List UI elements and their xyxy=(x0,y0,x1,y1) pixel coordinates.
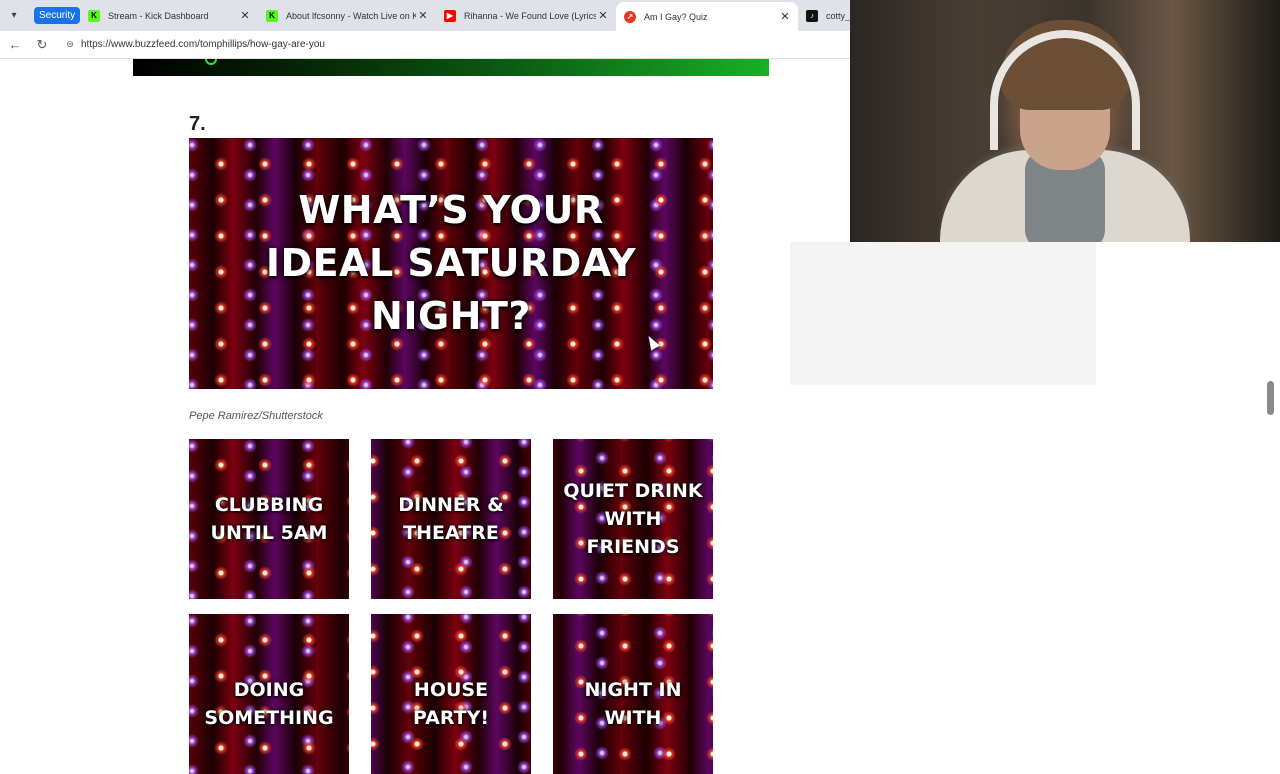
question-image: WHAT’S YOUR IDEAL SATURDAY NIGHT? xyxy=(189,138,713,389)
answer-label: DINNER & THEATRE xyxy=(398,494,504,544)
buzzfeed-icon: ↗ xyxy=(624,10,636,23)
tiktok-icon: ♪ xyxy=(806,9,818,22)
answer-option[interactable]: DINNER & THEATRE xyxy=(371,439,531,599)
close-tab-icon[interactable]: ✕ xyxy=(596,9,610,22)
answer-label: HOUSE PARTY! xyxy=(412,679,490,729)
webcam-overlay xyxy=(850,0,1280,242)
url-field[interactable]: https://www.buzzfeed.com/tomphillips/how… xyxy=(81,39,325,50)
tab-youtube[interactable]: ▶ Rihanna - We Found Love (Lyrics) I ✕ xyxy=(436,4,616,27)
tab-strip: ▾ Security K Stream - Kick Dashboard ✕ K… xyxy=(0,0,850,31)
tab-search-icon[interactable]: ▾ xyxy=(6,8,22,24)
tab-tiktok[interactable]: ♪ cotty_2 xyxy=(798,4,850,27)
tab-title: Stream - Kick Dashboard xyxy=(108,10,209,21)
tab-title: Rihanna - We Found Love (Lyrics) I xyxy=(464,10,596,21)
tab-group-label[interactable]: Security xyxy=(34,7,81,24)
back-arrow-icon[interactable]: ← xyxy=(7,37,23,53)
question-image-text: WHAT’S YOUR IDEAL SATURDAY NIGHT? xyxy=(265,188,637,338)
youtube-icon: ▶ xyxy=(444,9,456,22)
close-tab-icon[interactable]: ✕ xyxy=(778,10,792,23)
image-credit: Pepe Ramirez/Shutterstock xyxy=(189,410,323,422)
site-info-icon[interactable]: ⊜ xyxy=(64,38,76,50)
close-tab-icon[interactable]: ✕ xyxy=(238,9,252,22)
answer-option[interactable]: NIGHT IN WITH xyxy=(553,614,713,774)
tab-quiz-active[interactable]: ↗ Am I Gay? Quiz ✕ xyxy=(616,2,798,31)
tab-kick-dashboard[interactable]: K Stream - Kick Dashboard ✕ xyxy=(80,4,258,27)
answer-option[interactable]: HOUSE PARTY! xyxy=(371,614,531,774)
tab-title: Am I Gay? Quiz xyxy=(644,11,708,22)
kick-icon: K xyxy=(266,9,278,22)
tab-title: About lfcsonny - Watch Live on Ki xyxy=(286,10,416,21)
previous-question-image xyxy=(133,59,769,76)
scrollbar-thumb[interactable] xyxy=(1267,381,1274,415)
answer-option[interactable]: CLUBBING UNTIL 5AM xyxy=(189,439,349,599)
answer-option[interactable]: QUIET DRINK WITH FRIENDS xyxy=(553,439,713,599)
answer-label: QUIET DRINK WITH FRIENDS xyxy=(563,480,703,558)
reload-icon[interactable]: ↻ xyxy=(34,37,50,53)
tab-kick-about[interactable]: K About lfcsonny - Watch Live on Ki ✕ xyxy=(258,4,436,27)
sidebar-ad-placeholder xyxy=(790,242,1096,385)
address-bar: ← ↻ ⊜ https://www.buzzfeed.com/tomphilli… xyxy=(0,31,850,59)
answer-label: DOING SOMETHING xyxy=(204,679,334,729)
kick-icon: K xyxy=(88,9,100,22)
question-number: 7. xyxy=(189,113,206,135)
answer-label: NIGHT IN WITH xyxy=(584,679,682,729)
close-tab-icon[interactable]: ✕ xyxy=(416,9,430,22)
tab-title: cotty_2 xyxy=(826,10,850,21)
answer-option[interactable]: DOING SOMETHING xyxy=(189,614,349,774)
answer-label: CLUBBING UNTIL 5AM xyxy=(210,494,328,544)
